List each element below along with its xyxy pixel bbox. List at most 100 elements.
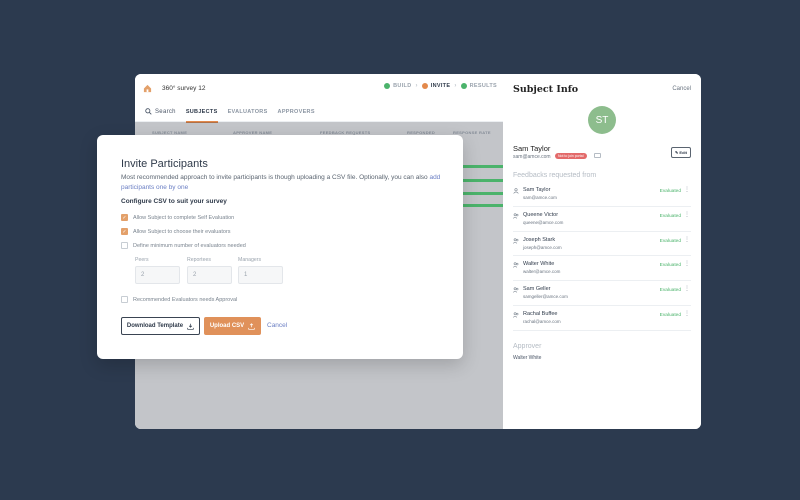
response-rate-bar [463,179,503,182]
checkbox-icon[interactable] [121,296,128,303]
avatar: ST [588,106,616,134]
search-label: Search [155,108,176,115]
download-template-button[interactable]: Download Template [121,317,200,335]
modal-cancel-button[interactable]: Cancel [267,322,287,329]
subject-email: sam@amce.com [513,154,551,160]
more-vertical-icon[interactable]: ⋮ [684,187,690,193]
description-text: Most recommended approach to invite part… [121,174,428,181]
evaluator-name: Walter White [523,261,555,268]
option-label: Define minimum number of evaluators need… [133,242,246,249]
evaluator-email: rachal@amce.com [523,318,561,324]
invite-participants-modal: Invite Participants Most recommended app… [97,135,463,359]
search-icon [145,108,152,115]
people-icon [513,238,519,244]
step-results[interactable]: RESULTS [460,83,497,89]
list-item[interactable]: Sam Geller samgeller@amce.com Evaluated … [513,281,691,306]
approver-heading: Approver [513,343,542,350]
managers-input[interactable]: 1 [238,266,283,284]
step-dot-icon [384,83,391,89]
feedbacks-list: Sam Taylor sam@amce.com Evaluated ⋮ Quee… [513,182,691,331]
evaluator-name: Sam Geller [523,286,551,293]
list-item[interactable]: Sam Taylor sam@amce.com Evaluated ⋮ [513,182,691,207]
modal-description: Most recommended approach to invite part… [121,173,441,193]
step-label: RESULTS [469,83,497,89]
panel-cancel-button[interactable]: Cancel [672,86,691,92]
list-item[interactable]: Joseph Stark joseph@amce.com Evaluated ⋮ [513,232,691,257]
people-icon [513,262,519,268]
tabs-bar: Search SUBJECTS EVALUATORS APPROVERS [135,102,503,123]
list-item[interactable]: Queene Victor queene@amce.com Evaluated … [513,207,691,232]
search-button[interactable]: Search [145,108,176,115]
step-label: INVITE [430,83,451,89]
more-vertical-icon[interactable]: ⋮ [684,261,690,267]
evaluator-name: Rachal Buffee [523,310,558,317]
step-dot-icon [421,83,428,89]
peers-label: Peers [135,257,149,263]
chevron-right-icon: › [415,83,418,89]
option-choose-evaluators[interactable]: ✓ Allow Subject to choose their evaluato… [121,228,231,235]
option-approval[interactable]: Recommended Evaluators needs Approval [121,296,237,303]
evaluator-email: joseph@amce.com [523,244,562,250]
evaluator-name: Sam Taylor [523,187,551,193]
people-icon [513,213,519,219]
more-vertical-icon[interactable]: ⋮ [684,286,690,292]
download-icon [187,323,194,330]
option-label: Allow Subject to complete Self Evaluatio… [133,214,235,221]
survey-title: 360° survey 12 [162,84,206,92]
step-build[interactable]: BUILD [384,83,411,89]
edit-button[interactable]: ✎ Edit [670,147,691,158]
config-heading: Configure CSV to suit your survey [121,198,227,205]
option-label: Recommended Evaluators needs Approval [133,296,238,303]
upload-icon [248,322,255,330]
more-vertical-icon[interactable]: ⋮ [684,237,690,243]
peers-input[interactable]: 2 [135,266,180,284]
response-rate-bar [463,204,503,207]
evaluation-status: Evaluated [659,238,681,244]
checkbox-checked-icon[interactable]: ✓ [121,228,128,235]
evaluator-name: Joseph Stark [523,236,556,243]
people-icon [513,287,519,293]
step-label: BUILD [393,83,412,89]
approver-name: Walter White [513,355,542,361]
list-item[interactable]: Rachal Buffee rachal@amce.com Evaluated … [513,306,691,331]
status-badge: Not to join portal [555,153,587,159]
response-rate-bar [463,165,503,168]
more-vertical-icon[interactable]: ⋮ [684,212,690,218]
button-label: Download Template [126,323,184,329]
option-self-evaluation[interactable]: ✓ Allow Subject to complete Self Evaluat… [121,214,234,221]
chevron-right-icon: › [454,83,457,89]
tab-approvers[interactable]: APPROVERS [278,102,315,122]
mail-icon[interactable] [594,153,601,158]
evaluation-status: Evaluated [659,312,681,318]
evaluation-status: Evaluated [659,288,681,294]
panel-title: Subject Info [513,84,579,95]
response-rate-bar [463,192,503,195]
step-invite[interactable]: INVITE [421,83,451,89]
top-bar: 360° survey 12 BUILD › INVITE › RESULTS [135,74,503,102]
evaluation-status: Evaluated [659,263,681,269]
evaluator-email: sam@amce.com [523,195,557,200]
more-vertical-icon[interactable]: ⋮ [684,311,690,317]
checkbox-checked-icon[interactable]: ✓ [121,214,128,221]
option-min-evaluators[interactable]: Define minimum number of evaluators need… [121,242,246,249]
list-item[interactable]: Walter White walter@amce.com Evaluated ⋮ [513,256,691,282]
option-label: Allow Subject to choose their evaluators [133,228,231,235]
tab-subjects[interactable]: SUBJECTS [185,102,218,123]
reportees-label: Reportees [187,257,211,263]
managers-label: Managers [238,257,262,263]
upload-csv-button[interactable]: Upload CSV [204,317,261,335]
home-icon[interactable] [143,84,152,93]
checkbox-icon[interactable] [121,242,128,249]
tab-evaluators[interactable]: EVALUATORS [228,102,268,122]
person-icon [513,188,519,194]
people-icon [513,312,519,318]
reportees-input[interactable]: 2 [187,266,232,284]
evaluator-email: samgeller@amce.com [523,294,568,300]
evaluator-email: queene@amce.com [523,219,564,225]
evaluator-email: walter@amce.com [523,269,561,275]
evaluation-status: Evaluated [659,189,681,194]
feedbacks-heading: Feedbacks requested from [513,172,597,179]
evaluator-name: Queene Victor [523,211,559,218]
modal-title: Invite Participants [121,158,208,170]
button-label: Upload CSV [209,323,245,329]
